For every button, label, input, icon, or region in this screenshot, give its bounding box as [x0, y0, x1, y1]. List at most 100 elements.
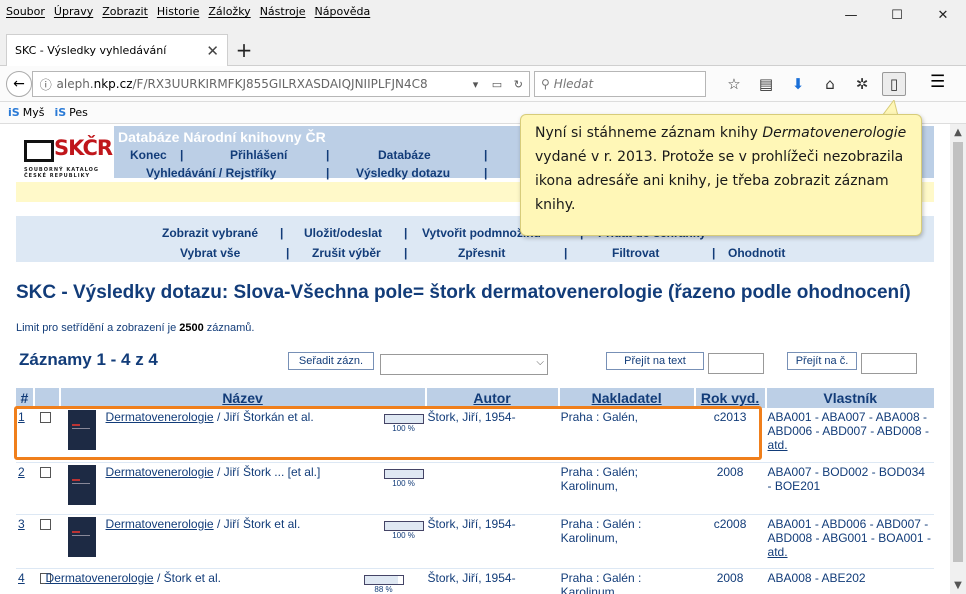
- menu-item[interactable]: Zobrazit: [102, 5, 148, 18]
- close-button[interactable]: ✕: [920, 0, 966, 30]
- library-icon[interactable]: ▤: [750, 72, 782, 96]
- header-link-prihlaseni[interactable]: Přihlášení: [230, 148, 287, 162]
- sort-select[interactable]: ⌵: [380, 354, 548, 375]
- record-publisher: Praha : Galén : Karolinum: [558, 568, 695, 594]
- extension-icon[interactable]: ✲: [846, 72, 878, 96]
- menu-item[interactable]: Úpravy: [54, 5, 93, 18]
- vertical-scrollbar[interactable]: ▲ ▼: [950, 124, 966, 594]
- back-button[interactable]: ←: [6, 71, 32, 97]
- skcr-logo[interactable]: SKČR SOUBORNÝ KATALOG ČESKÉ REPUBLIKY: [24, 136, 113, 180]
- record-title-link[interactable]: Dermatovenerologie: [106, 465, 214, 479]
- toolbar-icons: ☆ ▤ ⬇ ⌂ ✲ ▯: [718, 72, 906, 96]
- col-year[interactable]: Rok vyd.: [694, 388, 767, 408]
- instruction-callout: Nyní si stáhneme záznam knihy Dermatoven…: [520, 114, 922, 236]
- records-count: Záznamy 1 - 4 z 4: [19, 350, 158, 369]
- record-title-link[interactable]: Dermatovenerologie: [106, 410, 214, 424]
- record-checkbox[interactable]: [39, 518, 51, 530]
- goto-text-input[interactable]: [708, 353, 764, 374]
- url-bar[interactable]: ⓘ aleph.nkp.cz/F/RX3UURKIRMFKJ855GILRXAS…: [32, 71, 530, 97]
- col-publisher[interactable]: Nakladatel: [558, 388, 696, 408]
- record-responsibility: / Jiří Štork et al.: [213, 516, 301, 531]
- record-responsibility: / Štork et al.: [153, 570, 221, 585]
- record-checkbox[interactable]: [39, 412, 51, 424]
- goto-number-input[interactable]: [861, 353, 917, 374]
- minimize-button[interactable]: —: [828, 0, 874, 30]
- menu-item[interactable]: Nástroje: [260, 5, 306, 18]
- scrollbar-thumb[interactable]: [953, 142, 963, 562]
- tab-title: SKC - Výsledky vyhledávání: [15, 44, 167, 57]
- record-number-link[interactable]: 1: [18, 410, 25, 424]
- goto-number-button[interactable]: Přejít na č.: [787, 352, 857, 370]
- bookmark-item[interactable]: iS Pes: [54, 106, 87, 119]
- record-author: Štork, Jiří, 1954-: [425, 408, 559, 463]
- download-icon[interactable]: ⬇: [782, 72, 814, 96]
- book-cover-thumbnail[interactable]: [67, 410, 96, 450]
- header-link-vyhledavani[interactable]: Vyhledávání / Rejstříky: [146, 166, 276, 180]
- search-input[interactable]: ⚲ Hledat: [534, 71, 706, 97]
- book-cover-thumbnail[interactable]: [67, 516, 96, 557]
- header-link-vysledky[interactable]: Výsledky dotazu: [356, 166, 450, 180]
- record-number-link[interactable]: 3: [18, 517, 25, 531]
- more-owners-link[interactable]: atd.: [768, 438, 788, 452]
- bookmark-label: Myš: [22, 106, 45, 119]
- col-author[interactable]: Autor: [425, 388, 560, 408]
- limit-text: Limit pro setřídění a zobrazení je 2500 …: [16, 322, 255, 334]
- bookmark-item[interactable]: iS Myš: [8, 106, 44, 119]
- record-title-link[interactable]: Dermatovenerologie: [46, 571, 154, 585]
- table-row: 4 Dermatovenerologie / Štork et al. 88 %…: [16, 568, 934, 594]
- record-author: Štork, Jiří, 1954-: [425, 568, 559, 594]
- book-cover-thumbnail[interactable]: [67, 464, 96, 505]
- new-tab-button[interactable]: +: [234, 38, 254, 62]
- record-title-link[interactable]: Dermatovenerologie: [106, 517, 214, 531]
- header-link-konec[interactable]: Konec: [130, 148, 167, 162]
- record-number-link[interactable]: 2: [18, 465, 25, 479]
- col-number: #: [16, 388, 35, 408]
- scroll-down-icon[interactable]: ▼: [950, 580, 966, 591]
- nav-ohodnotit[interactable]: Ohodnotit: [728, 246, 785, 260]
- hamburger-menu-icon[interactable]: ☰: [930, 72, 945, 92]
- page-icon[interactable]: ▯: [882, 72, 906, 96]
- record-responsibility: / Jiří Štorkán et al.: [213, 410, 314, 424]
- goto-text-button[interactable]: Přejít na text: [606, 352, 704, 370]
- menu-item[interactable]: Nápověda: [315, 5, 371, 18]
- reload-icon[interactable]: ↻: [508, 78, 529, 91]
- menu-item[interactable]: Soubor: [6, 5, 45, 18]
- window-controls: — ☐ ✕: [828, 0, 966, 30]
- relevance-percent: 100 %: [392, 424, 415, 433]
- sort-button[interactable]: Seřadit zázn.: [288, 352, 374, 370]
- relevance-meter: 88 %: [363, 571, 404, 594]
- menu-bar: Soubor Úpravy Zobrazit Historie Záložky Nástr…: [0, 0, 966, 30]
- tab-close-icon[interactable]: ✕: [206, 42, 219, 60]
- menu-item[interactable]: Záložky: [208, 5, 250, 18]
- nav-zpresnit[interactable]: Zpřesnit: [458, 246, 505, 260]
- reader-view-icon[interactable]: ▭: [486, 78, 507, 91]
- record-author: [425, 462, 559, 515]
- nav-filtrovat[interactable]: Filtrovat: [612, 246, 659, 260]
- bookmark-star-icon[interactable]: ☆: [718, 72, 750, 96]
- dropdown-arrow-icon[interactable]: ▾: [465, 78, 486, 91]
- nav-zobrazit-vybrane[interactable]: Zobrazit vybrané: [162, 226, 258, 240]
- nav-ulozit-odeslat[interactable]: Uložit/odeslat: [304, 226, 382, 240]
- scroll-up-icon[interactable]: ▲: [950, 127, 966, 138]
- home-icon[interactable]: ⌂: [814, 72, 846, 96]
- relevance-percent: 100 %: [392, 530, 415, 540]
- site-info-icon[interactable]: ⓘ: [37, 76, 55, 93]
- nav-zrusit-vyber[interactable]: Zrušit výběr: [312, 246, 381, 260]
- nav-vybrat-vse[interactable]: Vybrat vše: [180, 246, 240, 260]
- more-owners-link[interactable]: atd.: [768, 545, 788, 559]
- back-arrow-icon: ←: [13, 76, 25, 92]
- logo-box-icon: [24, 140, 54, 162]
- record-checkbox[interactable]: [39, 466, 51, 478]
- tab-active[interactable]: SKC - Výsledky vyhledávání ✕: [6, 34, 228, 66]
- record-year: c2008: [694, 514, 766, 569]
- menu-item[interactable]: Historie: [157, 5, 199, 18]
- nav-bar: ← ⓘ aleph.nkp.cz/F/RX3UURKIRMFKJ855GILRX…: [0, 66, 966, 102]
- record-owner: ABA008 - ABE202: [767, 570, 866, 585]
- col-title[interactable]: Název: [59, 388, 427, 408]
- relevance-meter: 100 %: [383, 517, 424, 557]
- maximize-button[interactable]: ☐: [874, 0, 920, 30]
- record-number-link[interactable]: 4: [18, 571, 25, 585]
- header-link-databaze[interactable]: Databáze: [378, 148, 431, 162]
- result-title: SKC - Výsledky dotazu: Slova-Všechna pol…: [16, 282, 911, 303]
- bookmark-favicon-icon: iS: [54, 106, 67, 119]
